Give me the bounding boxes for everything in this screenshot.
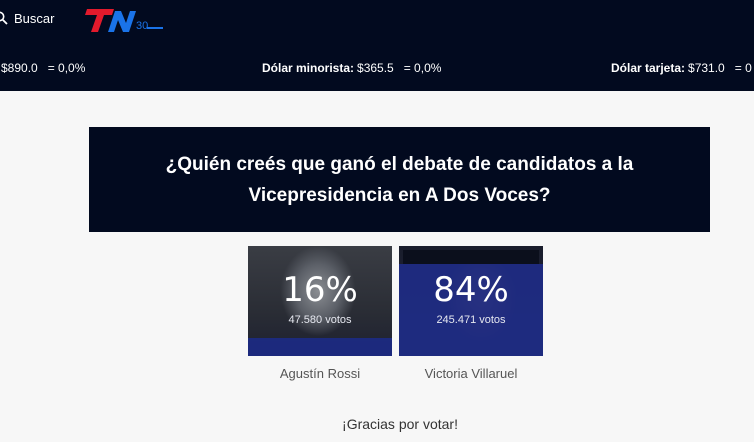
ticker-price: $731.0	[688, 61, 725, 75]
ticker-price: $365.5	[357, 61, 394, 75]
currency-ticker: $890.0 = 0,0% Dólar minorista: $365.5 = 0,0…	[0, 58, 754, 80]
poll-votes: 47.580 votos	[288, 314, 352, 326]
poll-question-text: ¿Quién creés que ganó el debate de candi…	[165, 153, 634, 206]
ticker-item[interactable]: Dólar minorista: $365.5 = 0,0%	[262, 61, 441, 75]
poll-option-rossi[interactable]: 16% 47.580 votos	[248, 246, 392, 356]
ticker-item[interactable]: Dólar tarjeta: $731.0 = 0	[611, 61, 752, 75]
search-label: Buscar	[14, 10, 55, 26]
candidate-name: Victoria Villaruel	[424, 366, 518, 381]
ticker-label: Dólar minorista:	[262, 61, 355, 75]
ticker-variation: = 0,0%	[47, 61, 86, 75]
logo-anniversary: 30	[136, 20, 148, 32]
thanks-message: ¡Gracias por votar!	[342, 416, 458, 432]
result-fill	[248, 338, 392, 356]
search-button[interactable]: Buscar	[0, 8, 54, 28]
top-navbar: Buscar 30 $890.0 = 0,0% Dólar minorista: $…	[0, 0, 754, 91]
ticker-item[interactable]: $890.0 = 0,0%	[0, 61, 85, 75]
ticker-label: Dólar tarjeta:	[611, 61, 686, 75]
poll-percent: 84%	[433, 270, 509, 310]
poll-question: ¿Quién creés que ganó el debate de candi…	[89, 127, 710, 232]
poll-votes: 245.471 votos	[436, 314, 506, 326]
candidate-name: Agustín Rossi	[279, 366, 361, 381]
poll-option-villaruel[interactable]: 84% 245.471 votos	[399, 246, 543, 356]
search-icon	[0, 11, 8, 25]
ticker-variation: = 0	[734, 61, 752, 75]
poll-percent: 16%	[282, 270, 358, 310]
ticker-variation: = 0,0%	[403, 61, 442, 75]
photo-band	[403, 250, 539, 264]
tn-logo[interactable]: 30	[84, 5, 166, 35]
ticker-price: $890.0	[1, 61, 38, 75]
